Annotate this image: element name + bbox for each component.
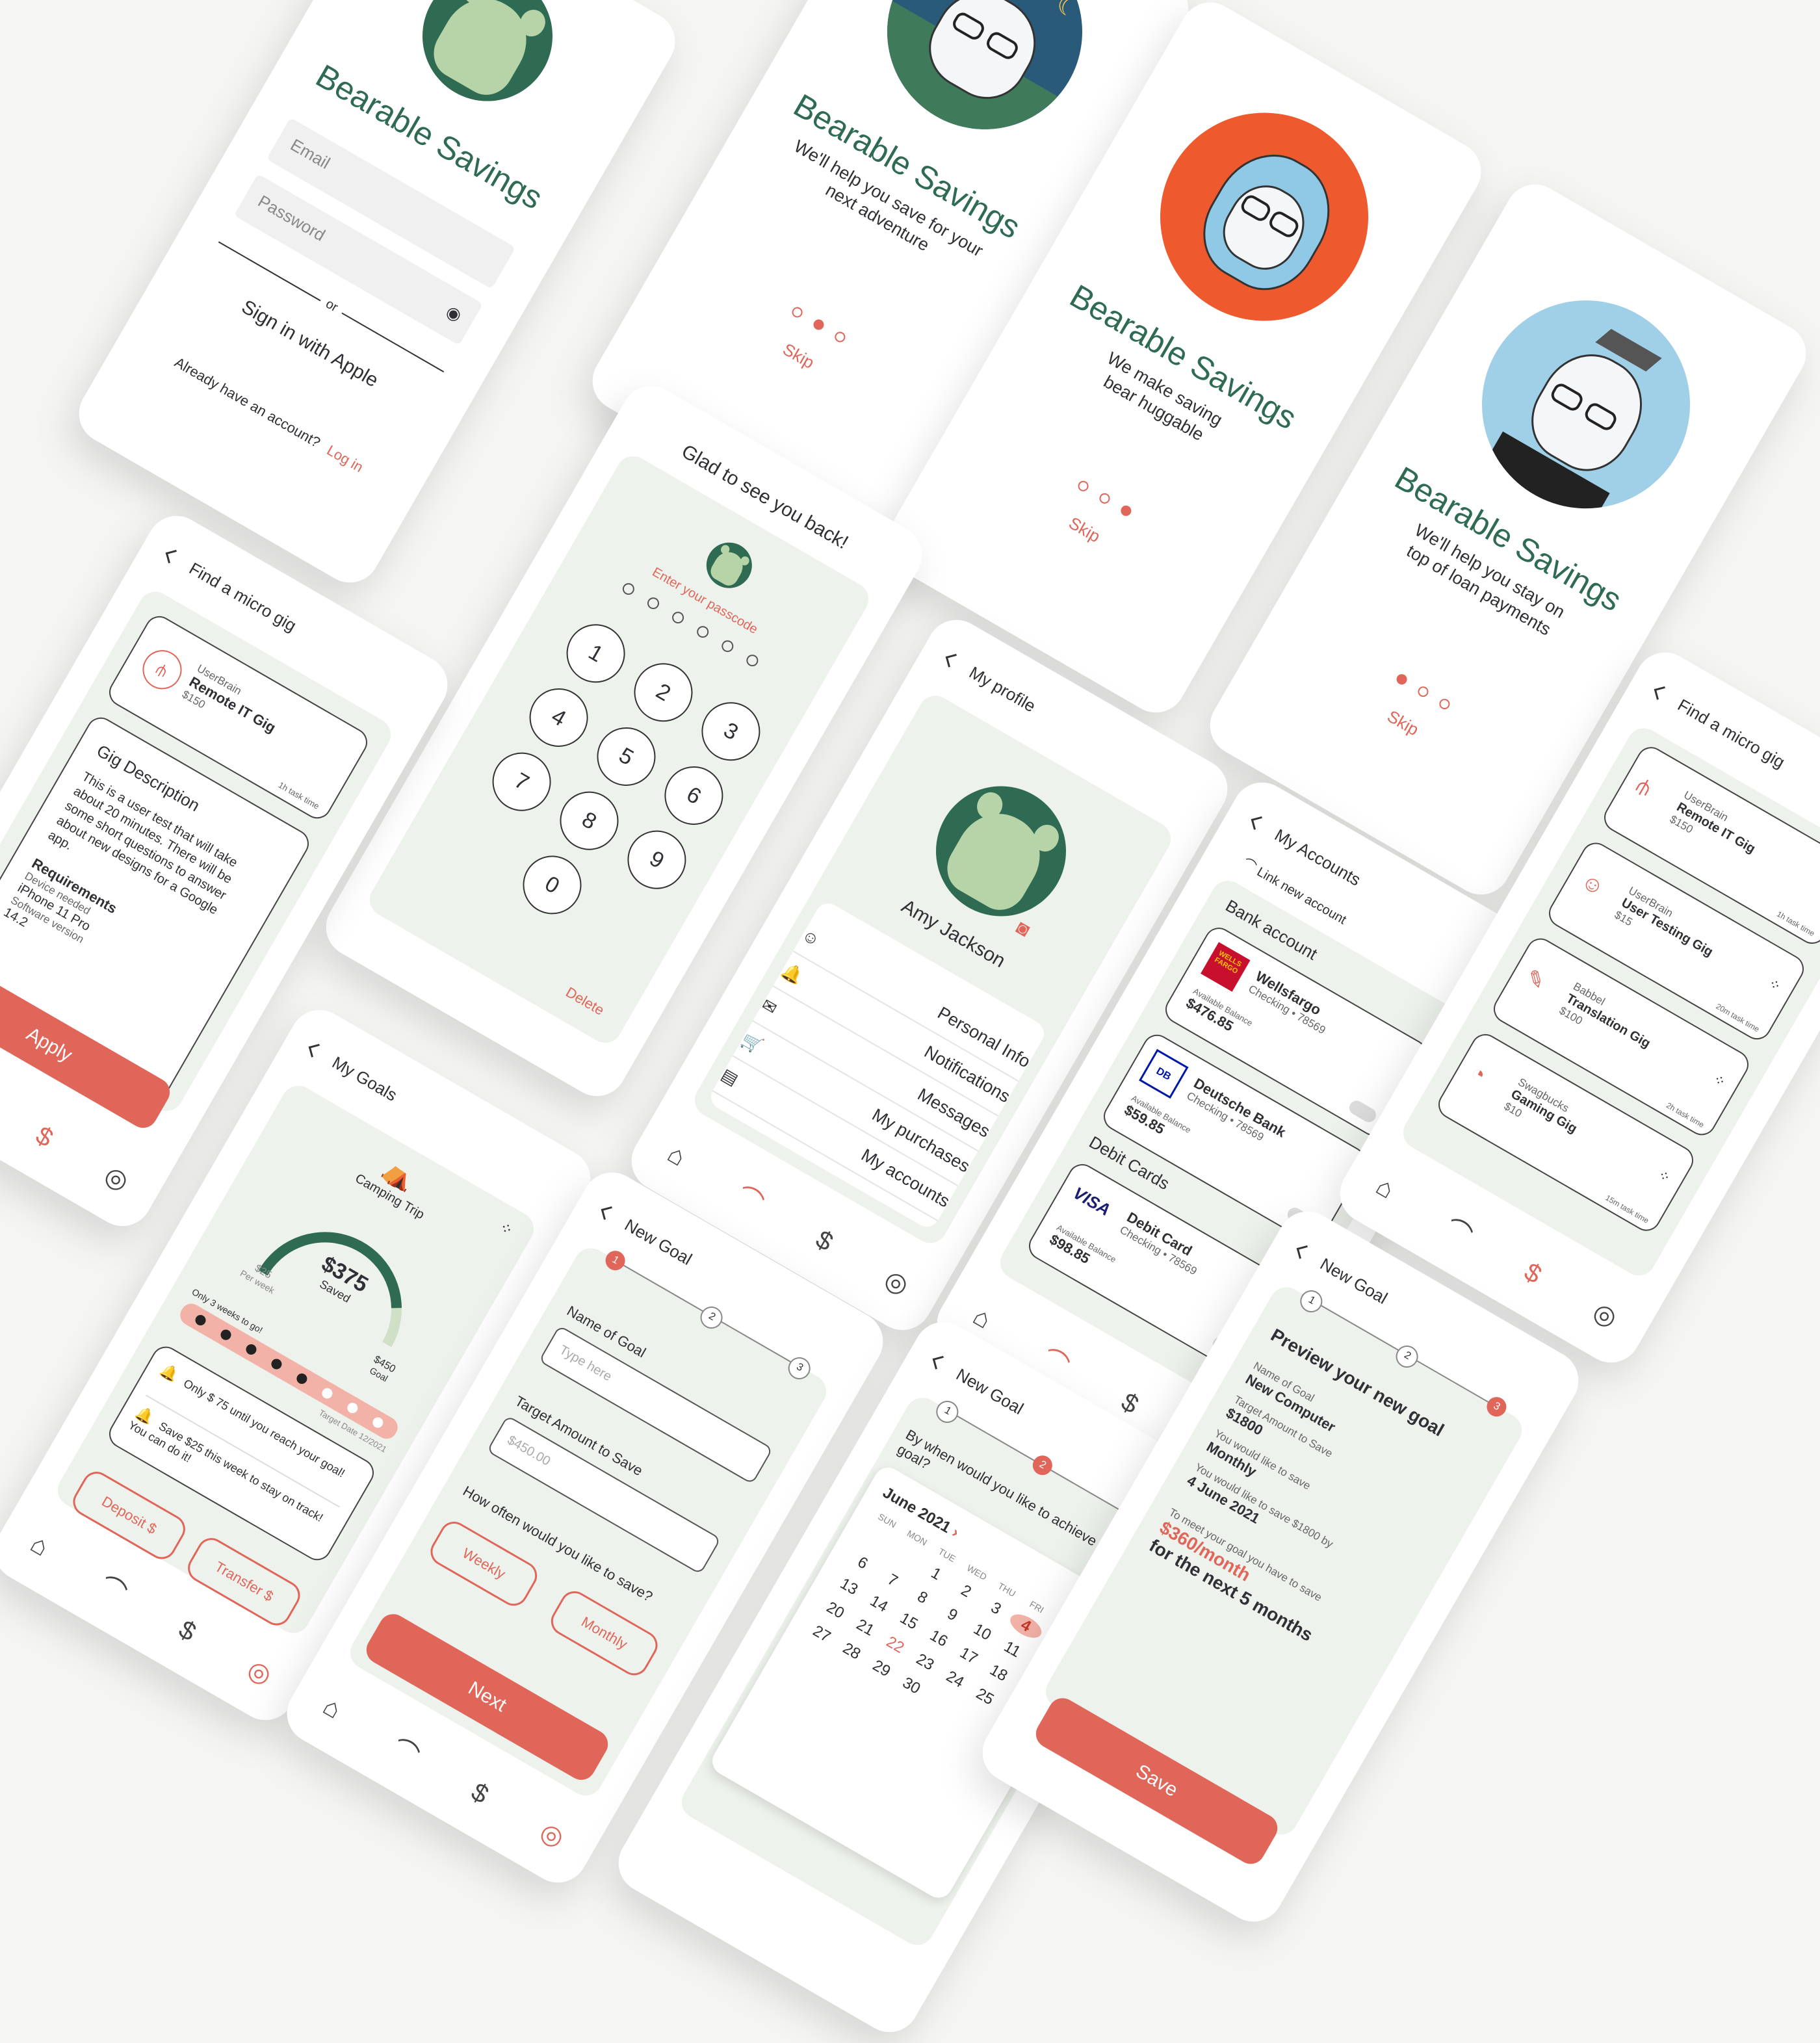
utensils-icon: ⫛	[135, 643, 189, 697]
nav-goals-icon[interactable]: ◎	[535, 1816, 569, 1853]
page-indicator	[1394, 672, 1452, 712]
nav-goals-icon[interactable]: ◎	[1588, 1296, 1622, 1333]
back-icon[interactable]	[308, 1043, 322, 1058]
nav-home-icon[interactable]: ⌂	[968, 1301, 996, 1334]
back-icon[interactable]	[1296, 1245, 1310, 1259]
back-icon[interactable]	[1654, 686, 1668, 700]
nav-gigs-icon[interactable]: $	[31, 1121, 58, 1153]
nav-home-icon[interactable]: ⌂	[1371, 1171, 1399, 1204]
nav-profile-icon[interactable]: ⌒	[1438, 1208, 1480, 1253]
nav-gigs-icon[interactable]: $	[466, 1777, 493, 1810]
nav-profile-icon[interactable]: ⌒	[93, 1565, 135, 1611]
key-8[interactable]: 8	[549, 781, 629, 861]
more-icon[interactable]: ⁘	[1765, 975, 1784, 996]
back-icon[interactable]	[945, 653, 959, 668]
nav-gigs-icon[interactable]: $	[811, 1225, 838, 1257]
more-icon[interactable]: ⁘	[1655, 1166, 1673, 1187]
nav-gigs-icon[interactable]: $	[1116, 1387, 1143, 1420]
nav-gigs-icon[interactable]: $	[1519, 1257, 1546, 1290]
wellsfargo-logo: WELLS FARGO	[1201, 942, 1251, 992]
skip-button[interactable]: Skip	[1065, 513, 1104, 547]
nav-goals-icon[interactable]: ◎	[99, 1160, 134, 1197]
more-icon[interactable]: ⁘	[1710, 1071, 1728, 1091]
bearable-logo	[398, 0, 577, 125]
page-indicator	[790, 305, 848, 345]
deutsche-logo: DB	[1139, 1048, 1189, 1099]
pacman-icon: ◔	[1466, 1060, 1490, 1088]
nav-home-icon[interactable]: ⌂	[25, 1529, 54, 1562]
nav-gigs-icon[interactable]: $	[174, 1615, 201, 1647]
skip-button[interactable]: Skip	[1384, 706, 1422, 740]
back-icon[interactable]	[601, 1206, 615, 1220]
graduate-illustration	[1444, 262, 1728, 547]
nav-profile-icon[interactable]: ⌒	[730, 1175, 772, 1221]
have-account-text: Already have an account?	[172, 354, 324, 451]
key-5[interactable]: 5	[586, 716, 666, 797]
skip-button[interactable]: Skip	[779, 339, 818, 373]
visa-logo: VISA	[1070, 1182, 1114, 1220]
huggable-illustration	[1122, 74, 1407, 359]
nav-home-icon[interactable]: ⌂	[318, 1691, 346, 1724]
bell-icon: 🔔	[157, 1360, 181, 1385]
back-icon[interactable]	[1251, 816, 1265, 830]
login-link[interactable]: Log in	[324, 442, 366, 476]
calendar-day[interactable]: 30	[892, 1669, 931, 1702]
user-test-icon: ☺	[1577, 868, 1609, 902]
back-icon[interactable]	[165, 549, 179, 564]
nav-goals-icon[interactable]: ◎	[879, 1264, 914, 1301]
translate-icon: ✎	[1521, 964, 1550, 996]
nav-goals-icon[interactable]: ◎	[242, 1654, 277, 1691]
nav-profile-icon[interactable]: ⌒	[385, 1728, 427, 1773]
bearable-logo	[698, 534, 760, 597]
page-indicator	[1076, 478, 1134, 518]
month-expand-icon[interactable]: ›	[949, 1524, 962, 1541]
utensils-icon: ⫛	[1632, 772, 1656, 801]
back-icon[interactable]	[932, 1355, 946, 1370]
nav-home-icon[interactable]: ⌂	[662, 1139, 691, 1172]
account-toggle[interactable]	[1346, 1098, 1379, 1125]
